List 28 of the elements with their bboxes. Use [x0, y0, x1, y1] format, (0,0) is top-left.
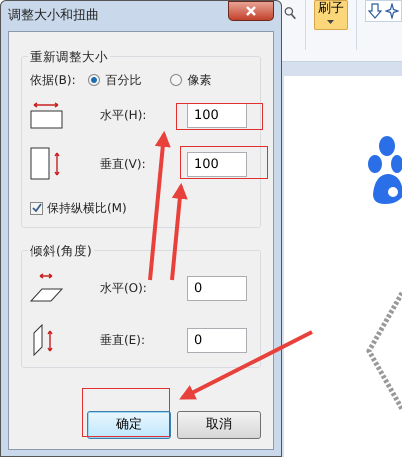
radio-label: 像素 — [188, 72, 212, 89]
search-icon[interactable] — [284, 4, 297, 22]
text-field[interactable]: 0 — [187, 328, 247, 352]
window-title: 调整大小和扭曲 — [8, 7, 99, 26]
radio-button[interactable] — [170, 74, 182, 86]
brush-button[interactable]: 刷子 — [314, 0, 348, 30]
horizontal-skew-icon — [30, 273, 64, 303]
star-icon[interactable] — [385, 3, 399, 19]
width-resize-icon — [30, 101, 64, 129]
caret-icon — [327, 20, 334, 24]
arrow-down-icon[interactable] — [368, 3, 382, 19]
close-icon — [245, 6, 257, 16]
shapes-gallery[interactable] — [365, 0, 402, 22]
close-button[interactable] — [228, 1, 274, 21]
text-field[interactable]: 100 — [187, 102, 247, 128]
field-label: 垂直(V): — [100, 156, 147, 173]
text-field[interactable]: 0 — [187, 276, 247, 300]
dialog-button[interactable]: 确定 — [87, 411, 171, 439]
field-label: 水平(O): — [100, 280, 148, 297]
radio-button[interactable] — [88, 74, 100, 86]
radio-label: 百分比 — [106, 72, 142, 89]
checkbox-label: 保持纵横比(M) — [47, 200, 127, 217]
text-field[interactable]: 100 — [187, 152, 247, 176]
field-label: 垂直(E): — [100, 332, 146, 349]
checkbox[interactable] — [30, 202, 43, 214]
field-label: 水平(H): — [100, 107, 148, 124]
dialog-button[interactable]: 取消 — [177, 411, 261, 439]
field-label: 依据(B): — [30, 72, 76, 89]
